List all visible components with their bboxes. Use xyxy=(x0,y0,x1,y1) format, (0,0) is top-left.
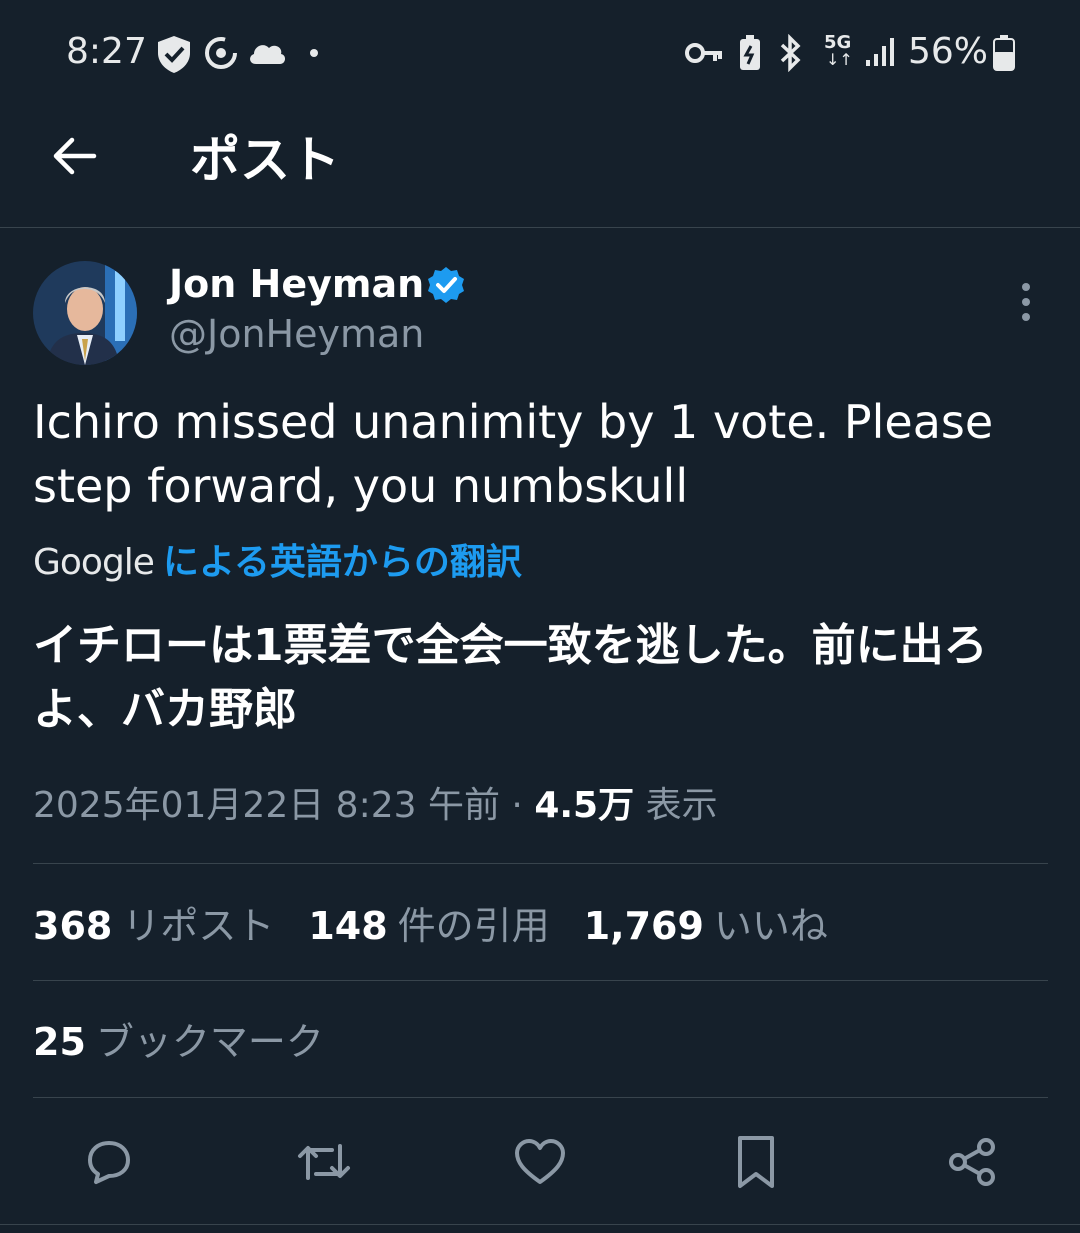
quotes-label: 件の引用 xyxy=(397,904,550,948)
bookmarks-label: ブックマーク xyxy=(95,1020,324,1064)
bluetooth-icon xyxy=(780,34,801,72)
sync-icon xyxy=(205,37,237,69)
meta-separator: · xyxy=(511,785,523,826)
quotes-count: 148 xyxy=(308,904,388,948)
views-count: 4.5万 xyxy=(534,785,635,826)
data-arrows-icon: ↓↑ xyxy=(826,50,853,69)
reposts-count: 368 xyxy=(33,904,113,948)
bottom-divider xyxy=(0,1224,1080,1225)
battery-saver-icon xyxy=(740,35,760,70)
bookmarks-count: 25 xyxy=(33,1020,86,1064)
like-icon xyxy=(515,1139,565,1184)
engagement-stats: 368 リポスト 148 件の引用 1,769 いいね xyxy=(33,902,862,950)
bookmark-icon xyxy=(738,1136,774,1188)
post-text: Ichiro missed unanimity by 1 vote. Pleas… xyxy=(33,395,994,513)
key-icon xyxy=(685,43,722,63)
like-button[interactable] xyxy=(510,1132,570,1192)
shield-check-icon xyxy=(158,36,190,73)
share-icon xyxy=(949,1138,995,1186)
arrow-left-icon[interactable] xyxy=(50,132,98,180)
bookmarks-divider xyxy=(33,1097,1048,1098)
repost-button[interactable] xyxy=(294,1132,354,1192)
status-time: 8:27 xyxy=(66,31,147,72)
translation-link[interactable]: による英語からの翻訳 xyxy=(163,540,522,586)
reposts-stat[interactable]: 368 リポスト xyxy=(33,904,308,948)
author-handle[interactable]: @JonHeyman xyxy=(169,310,424,358)
author-name[interactable]: Jon Heyman xyxy=(169,260,424,308)
meta-divider xyxy=(33,863,1048,864)
repost-icon xyxy=(298,1144,350,1180)
bookmark-button[interactable] xyxy=(726,1132,786,1192)
stats-divider xyxy=(33,980,1048,981)
bookmarks-stat[interactable]: 25 ブックマーク xyxy=(33,1018,358,1066)
dot-icon xyxy=(310,49,318,57)
google-logo-text: Google xyxy=(33,542,155,583)
battery-percent: 56% xyxy=(908,31,989,72)
likes-label: いいね xyxy=(713,904,828,948)
likes-count: 1,769 xyxy=(583,904,704,948)
verified-badge-icon xyxy=(428,267,464,303)
share-button[interactable] xyxy=(942,1132,1002,1192)
page-title: ポスト xyxy=(190,131,340,189)
translated-text: イチローは1票差で全会一致を逃した。前に出ろよ、バカ野郎 xyxy=(33,620,988,735)
reply-button[interactable] xyxy=(78,1132,138,1192)
post-meta: 2025年01月22日 8:23 午前 · 4.5万 表示 xyxy=(33,783,718,829)
views-label: 表示 xyxy=(645,785,718,826)
avatar[interactable] xyxy=(33,261,137,365)
quotes-stat[interactable]: 148 件の引用 xyxy=(308,904,583,948)
more-options-icon[interactable] xyxy=(1016,282,1036,322)
reply-icon xyxy=(88,1141,130,1184)
header-divider xyxy=(0,227,1080,228)
reposts-label: リポスト xyxy=(122,904,275,948)
cloud-icon xyxy=(250,45,286,64)
battery-icon xyxy=(993,35,1015,71)
post-datetime[interactable]: 2025年01月22日 8:23 午前 xyxy=(33,785,500,826)
likes-stat[interactable]: 1,769 いいね xyxy=(584,904,862,948)
signal-icon xyxy=(866,38,894,66)
